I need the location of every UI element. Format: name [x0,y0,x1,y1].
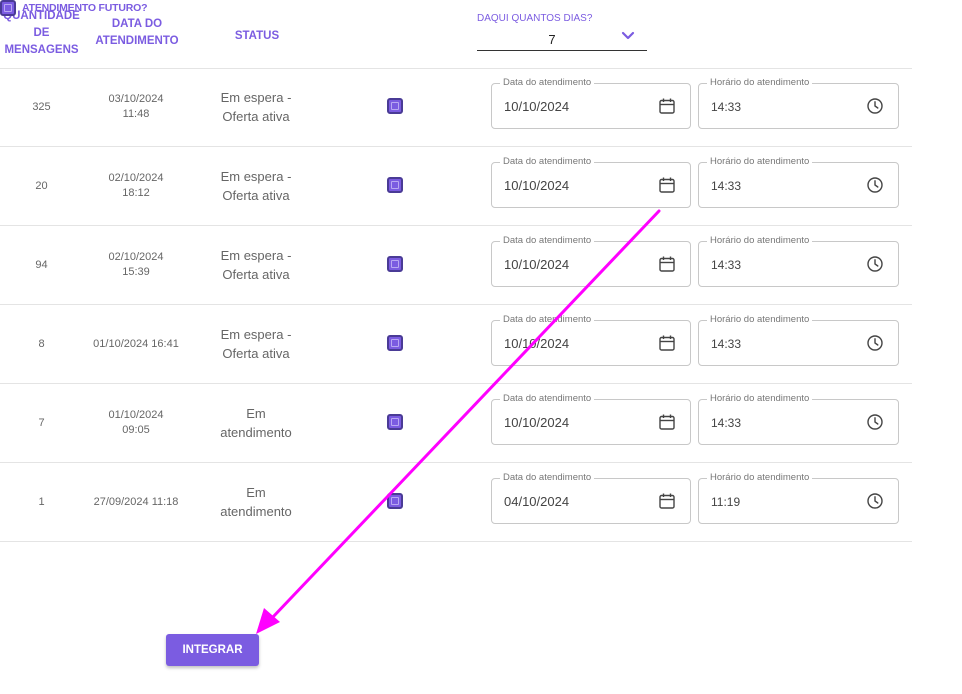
message-count: 325 [32,101,51,113]
clock-icon[interactable] [866,97,884,115]
message-count: 7 [38,417,45,429]
message-count: 8 [38,338,45,350]
days-label: DAQUI QUANTOS DIAS? [477,13,593,24]
message-count: 20 [35,180,48,192]
future-checkbox[interactable] [387,335,403,351]
table-row: 8 01/10/2024 16:41 Em espera - Oferta at… [0,305,912,384]
clock-icon[interactable] [866,176,884,194]
appointment-date-field[interactable]: Data do atendimento 10/10/2024 [491,156,691,208]
appointment-time-field[interactable]: Horário do atendimento 14:33 [698,156,899,208]
future-checkbox[interactable] [387,414,403,430]
future-all-checkbox[interactable] [0,0,16,16]
status-text: Em espera - Oferta ativa [220,90,292,124]
appointment-date-value: 10/10/2024 [504,257,570,272]
clock-icon[interactable] [866,334,884,352]
calendar-icon[interactable] [658,413,676,431]
calendar-icon[interactable] [658,176,676,194]
calendar-icon[interactable] [658,255,676,273]
appointment-time-field[interactable]: Horário do atendimento 14:33 [698,77,899,129]
appointment-time-label: Horário do atendimento [707,393,813,405]
status-text: Em atendimento [220,406,292,440]
appointment-time-field[interactable]: Horário do atendimento 14:33 [698,235,899,287]
appointment-date-field[interactable]: Data do atendimento 10/10/2024 [491,393,691,445]
table-row: 1 27/09/2024 11:18 Em atendimento Data d… [0,463,912,542]
appointment-date-value: 04/10/2024 [504,494,570,509]
chevron-down-icon[interactable] [621,31,635,41]
status-text: Em espera - Oferta ativa [220,169,292,203]
attendance-date: 02/10/2024 15:39 [108,251,164,278]
clock-icon[interactable] [866,492,884,510]
message-count: 94 [35,259,48,271]
clock-icon[interactable] [866,255,884,273]
appointment-time-label: Horário do atendimento [707,156,813,168]
appointment-date-label: Data do atendimento [500,314,595,326]
attendance-date: 01/10/2024 16:41 [93,337,179,350]
appointment-date-value: 10/10/2024 [504,336,570,351]
calendar-icon[interactable] [658,97,676,115]
attendance-date: 02/10/2024 18:12 [108,172,164,199]
header-status: STATUS [234,30,280,42]
attendance-date: 03/10/2024 11:48 [108,93,164,120]
appointment-time-value: 14:33 [711,258,742,272]
days-select[interactable]: DAQUI QUANTOS DIAS? 7 [477,13,647,51]
appointment-time-field[interactable]: Horário do atendimento 11:19 [698,472,899,524]
integrate-button[interactable]: INTEGRAR [166,634,259,666]
appointment-date-label: Data do atendimento [500,235,595,247]
future-checkbox[interactable] [387,98,403,114]
appointment-time-label: Horário do atendimento [707,472,813,484]
appointment-date-label: Data do atendimento [500,472,595,484]
appointment-date-value: 10/10/2024 [504,99,570,114]
status-text: Em atendimento [220,485,292,519]
table-row: 7 01/10/2024 09:05 Em atendimento Data d… [0,384,912,463]
appointment-time-label: Horário do atendimento [707,314,813,326]
appointment-time-label: Horário do atendimento [707,235,813,247]
appointment-date-field[interactable]: Data do atendimento 10/10/2024 [491,314,691,366]
future-checkbox[interactable] [387,493,403,509]
appointment-date-field[interactable]: Data do atendimento 04/10/2024 [491,472,691,524]
table-header: QUANTIDADE DE MENSAGENS DATA DO ATENDIME… [0,0,912,69]
appointment-time-field[interactable]: Horário do atendimento 14:33 [698,393,899,445]
appointment-date-field[interactable]: Data do atendimento 10/10/2024 [491,235,691,287]
appointment-date-label: Data do atendimento [500,77,595,89]
status-text: Em espera - Oferta ativa [220,327,292,361]
attendance-date: 27/09/2024 11:18 [93,495,179,508]
table-row: 325 03/10/2024 11:48 Em espera - Oferta … [0,68,912,147]
future-checkbox[interactable] [387,177,403,193]
appointment-time-value: 11:19 [711,495,741,509]
appointment-date-field[interactable]: Data do atendimento 10/10/2024 [491,77,691,129]
calendar-icon[interactable] [658,492,676,510]
message-count: 1 [38,496,45,508]
appointment-date-label: Data do atendimento [500,156,595,168]
days-value: 7 [548,31,556,47]
attendance-date: 01/10/2024 09:05 [108,409,164,436]
days-select-field[interactable]: 7 [477,28,647,51]
appointment-date-value: 10/10/2024 [504,415,570,430]
table-row: 94 02/10/2024 15:39 Em espera - Oferta a… [0,226,912,305]
appointment-date-value: 10/10/2024 [504,178,570,193]
future-checkbox[interactable] [387,256,403,272]
appointment-time-value: 14:33 [711,100,742,114]
calendar-icon[interactable] [658,334,676,352]
header-date: DATA DO ATENDIMENTO [95,18,179,47]
appointment-time-value: 14:33 [711,337,742,351]
table-row: 20 02/10/2024 18:12 Em espera - Oferta a… [0,147,912,226]
header-future-appointment: ATENDIMENTO FUTURO? [0,0,912,16]
appointment-date-label: Data do atendimento [500,393,595,405]
appointment-time-field[interactable]: Horário do atendimento 14:33 [698,314,899,366]
status-text: Em espera - Oferta ativa [220,248,292,282]
clock-icon[interactable] [866,413,884,431]
appointment-time-value: 14:33 [711,416,742,430]
appointment-time-label: Horário do atendimento [707,77,813,89]
appointment-time-value: 14:33 [711,179,742,193]
